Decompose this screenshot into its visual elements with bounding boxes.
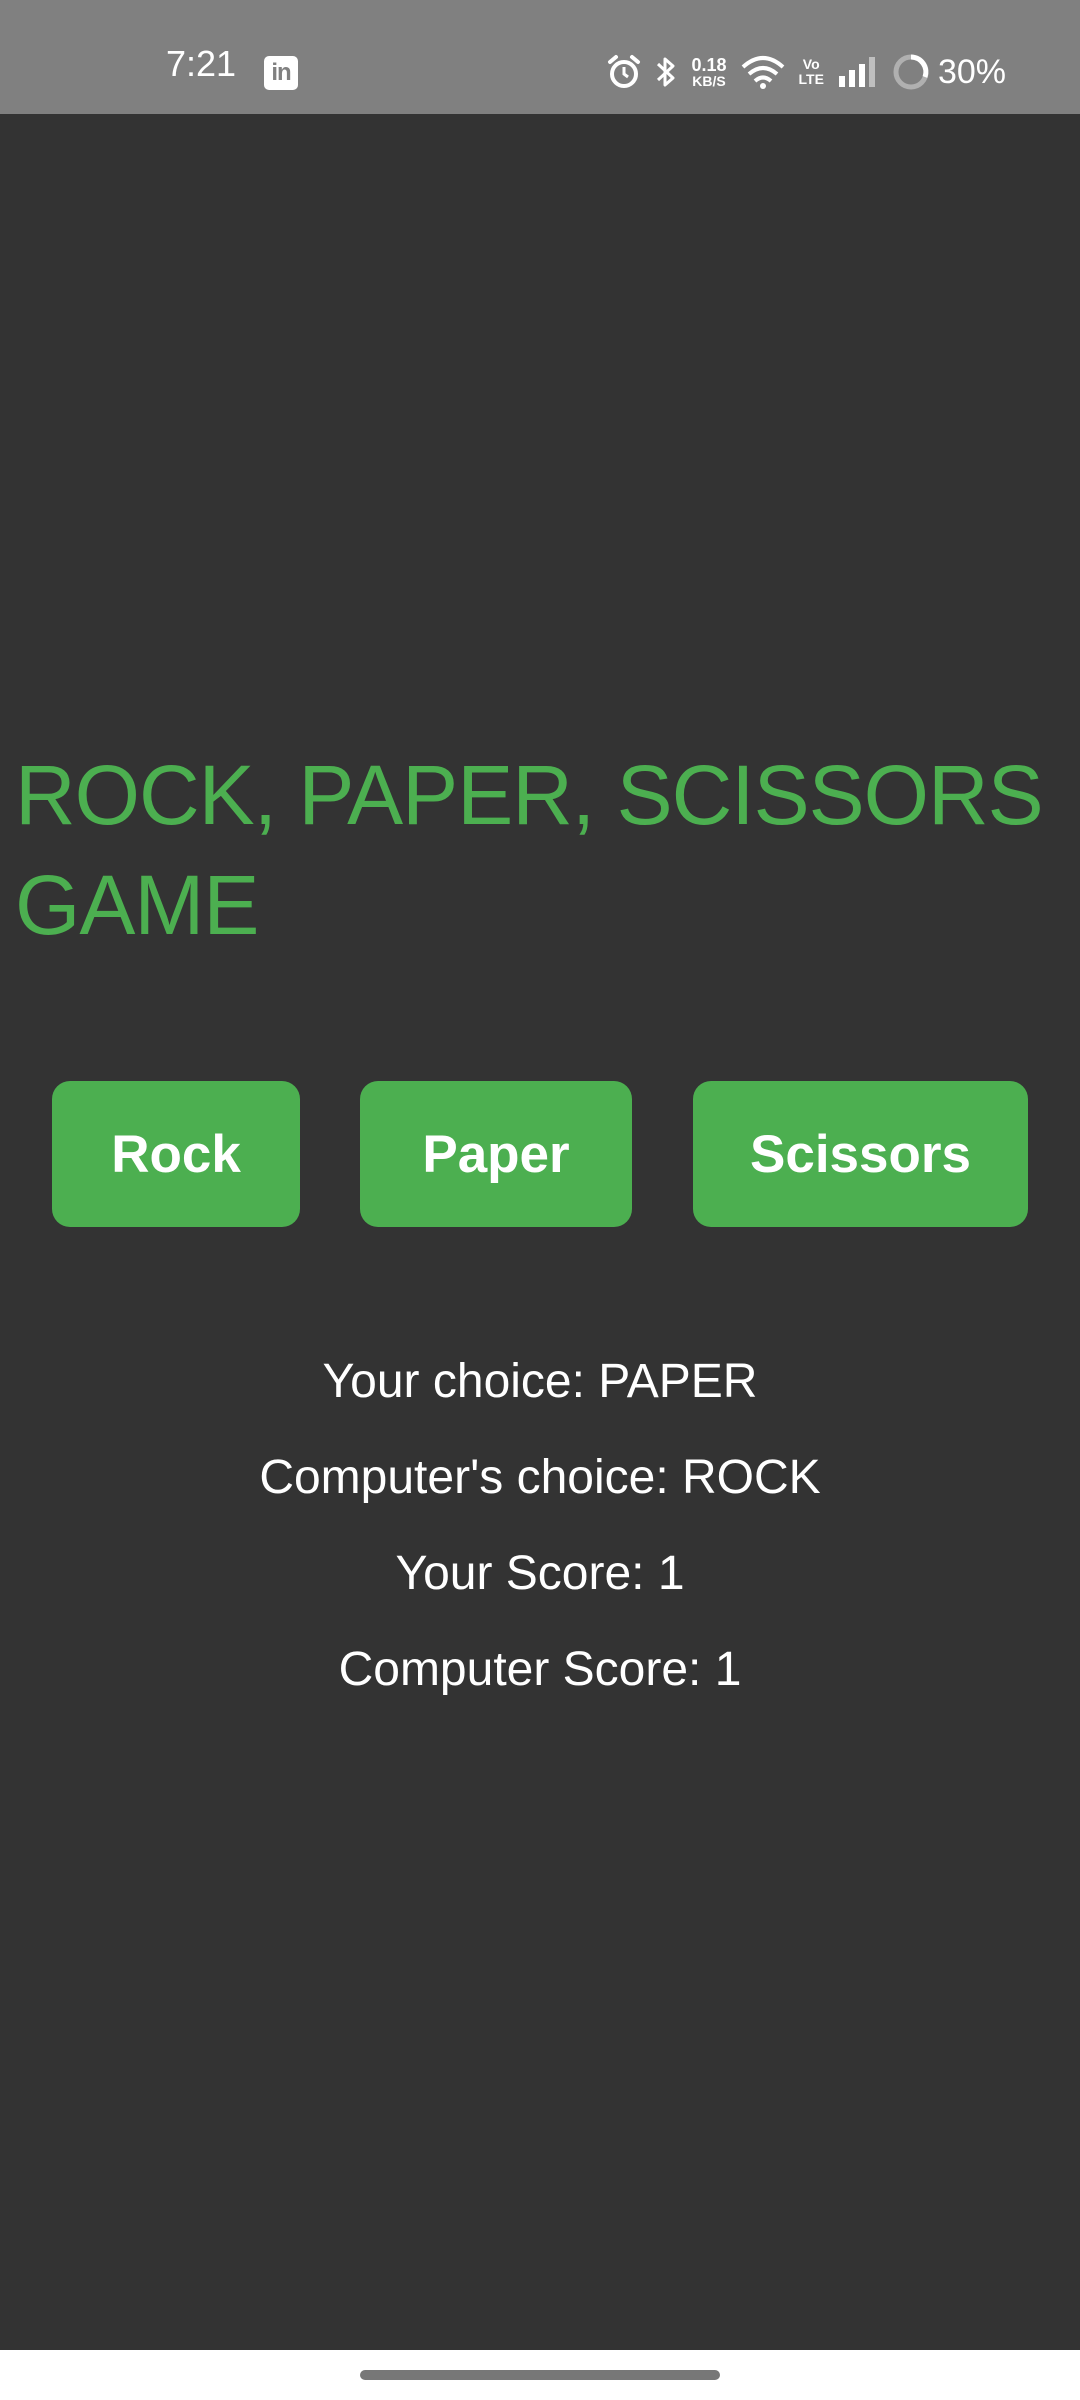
rock-button[interactable]: Rock — [52, 1081, 300, 1227]
home-indicator[interactable] — [360, 2370, 720, 2380]
battery-percent: 30% — [937, 53, 1006, 91]
status-time: 7:21 — [166, 43, 237, 84]
scissors-button[interactable]: Scissors — [693, 1081, 1028, 1227]
your-choice-text: Your choice: PAPER — [322, 1355, 758, 1408]
status-icons: 0.18 KB/S Vo LTE 30% — [607, 50, 1006, 94]
net-speed-unit: KB/S — [692, 73, 726, 89]
gesture-nav-bar — [0, 2350, 1080, 2400]
battery-ring-icon — [892, 53, 930, 91]
game-title: ROCK, PAPER, SCISSORS GAME — [15, 748, 1044, 952]
your-score-text: Your Score: 1 — [395, 1547, 685, 1600]
status-bar: 7:21 in 0.18 KB/S Vo LTE 30% — [0, 0, 1080, 114]
signal-icon — [838, 56, 878, 88]
computer-score-text: Computer Score: 1 — [338, 1643, 742, 1696]
alarm-icon — [607, 54, 641, 90]
volte-bottom: LTE — [798, 71, 824, 87]
wifi-icon — [741, 55, 785, 89]
net-speed: 0.18 KB/S — [691, 56, 726, 88]
paper-button[interactable]: Paper — [360, 1081, 632, 1227]
results-panel: Your choice: PAPER Computer's choice: RO… — [0, 1344, 1080, 1728]
volte-top: Vo — [802, 56, 820, 72]
linkedin-icon: in — [264, 56, 298, 90]
computer-choice-text: Computer's choice: ROCK — [259, 1451, 821, 1504]
net-speed-value: 0.18 — [691, 55, 727, 75]
bluetooth-icon — [655, 54, 677, 90]
volte-indicator: Vo LTE — [799, 57, 824, 87]
